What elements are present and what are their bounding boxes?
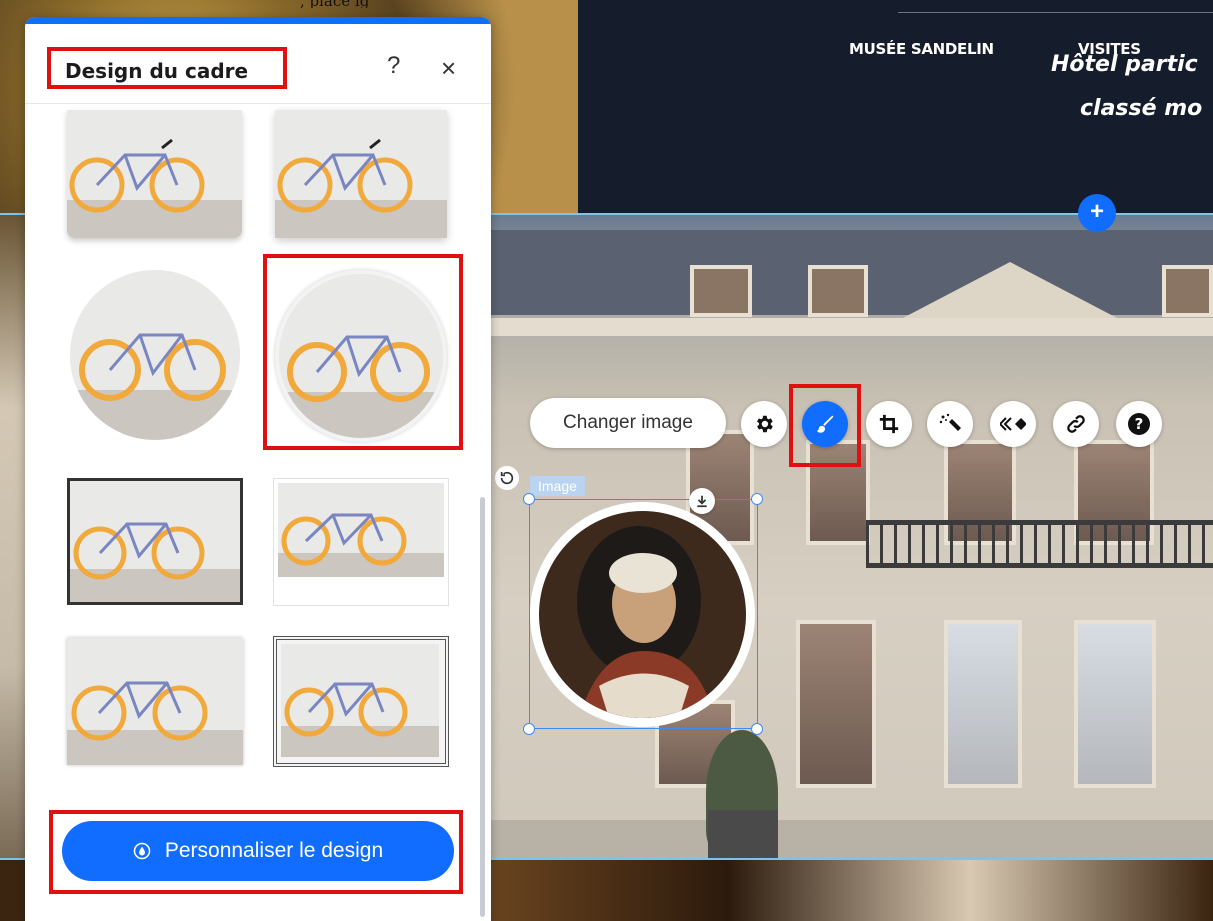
help-button[interactable]: ? [1116, 401, 1162, 447]
frame-design-option[interactable] [67, 478, 243, 605]
enhance-button[interactable] [927, 401, 973, 447]
site-header: MUSÉE SANDELIN VISITES Hôtel partic clas… [578, 0, 1213, 213]
download-icon[interactable] [689, 488, 715, 514]
bicycle-thumbnail [70, 481, 240, 602]
crop-icon [879, 414, 899, 434]
frame-design-option[interactable] [273, 636, 449, 767]
change-image-button[interactable]: Changer image [530, 398, 726, 448]
help-icon: ? [1128, 413, 1150, 435]
frame-design-option[interactable] [273, 478, 449, 606]
frame-design-option[interactable] [70, 270, 240, 440]
resize-handle[interactable] [523, 493, 535, 505]
animation-icon [1000, 417, 1026, 431]
roof-window [1162, 265, 1213, 317]
settings-button[interactable] [741, 401, 787, 447]
rotate-icon[interactable] [495, 466, 519, 490]
add-section-button[interactable]: + [1078, 194, 1116, 232]
link-button[interactable] [1053, 401, 1099, 447]
gear-icon [757, 415, 773, 433]
panel-scrollbar[interactable] [480, 497, 485, 917]
hero-text-line1: Hôtel partic [1051, 52, 1198, 77]
frame-design-option[interactable] [67, 110, 242, 238]
frame-design-option[interactable] [275, 110, 447, 238]
panel-help-button[interactable]: ? [387, 52, 400, 80]
element-label: Image [530, 476, 585, 496]
resize-handle[interactable] [751, 493, 763, 505]
background-left-strip [0, 215, 25, 860]
magic-wand-icon [939, 413, 961, 431]
customize-button-highlight [49, 810, 463, 894]
svg-text:?: ? [1135, 415, 1144, 433]
balcony-railing [866, 520, 1213, 568]
portrait-image[interactable] [530, 502, 755, 727]
hero-text-line2: classé mo [1080, 96, 1203, 121]
bicycle-thumbnail [278, 483, 444, 577]
roof-window [690, 265, 752, 317]
bicycle-thumbnail [67, 110, 242, 238]
courtyard [490, 820, 1213, 860]
roof-window [808, 265, 868, 317]
resize-handle[interactable] [523, 723, 535, 735]
frame-design-panel: Design du cadre ? × Personnaliser le des… [25, 17, 491, 921]
bicycle-thumbnail [275, 110, 447, 238]
header-line [898, 12, 1213, 13]
planter-box [708, 810, 778, 858]
bicycle-thumbnail [70, 270, 240, 440]
link-icon [1067, 415, 1085, 433]
panel-close-button[interactable]: × [441, 53, 456, 84]
frame-design-option[interactable] [67, 638, 243, 765]
animation-button[interactable] [990, 401, 1036, 447]
portrait-painting [539, 511, 746, 718]
bicycle-thumbnail [281, 644, 439, 757]
facade-window [796, 620, 876, 788]
resize-handle[interactable] [751, 723, 763, 735]
bicycle-thumbnail [67, 638, 243, 765]
cornice [490, 318, 1213, 336]
facade-window [944, 620, 1022, 788]
title-highlight [47, 47, 287, 89]
facade-window [1074, 620, 1156, 788]
design-button-highlight [789, 384, 861, 467]
selected-design-highlight [263, 254, 463, 450]
crop-button[interactable] [866, 401, 912, 447]
panel-drag-bar[interactable] [25, 17, 491, 24]
nav-item-musee[interactable]: MUSÉE SANDELIN [849, 40, 994, 58]
